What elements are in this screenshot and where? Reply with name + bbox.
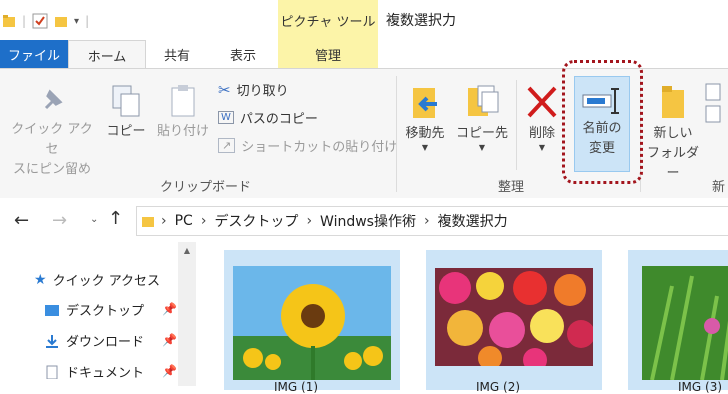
delete-x-icon [527, 86, 557, 118]
nav-item-label: ダウンロード [66, 335, 145, 350]
organize-group-label: 整理 [498, 180, 525, 195]
pin-to-quick-access-button[interactable]: クイック アクセ スにピン留め [6, 84, 98, 180]
star-icon: ★ [34, 271, 47, 288]
back-icon[interactable]: ← [14, 210, 29, 231]
divider: | [22, 14, 27, 28]
dropdown-arrow-icon: ▼ [478, 143, 486, 152]
up-icon[interactable]: ↑ [108, 208, 123, 229]
recent-locations-icon[interactable]: ⌄ [90, 214, 98, 225]
clipboard-group-label: クリップボード [160, 180, 252, 195]
tab-manage[interactable]: 管理 [278, 40, 378, 68]
pin-icon: 📌 [162, 333, 177, 347]
file-item[interactable]: IMG (3) [628, 250, 728, 394]
pin-label-line1: クイック アクセ [11, 122, 93, 157]
pin-icon: 📌 [162, 364, 177, 378]
nav-quick-access[interactable]: ★ クイック アクセス [34, 270, 161, 290]
paste-shortcut-button[interactable]: ↗ ショートカットの貼り付け [218, 136, 397, 155]
chevron-right-icon: › [423, 213, 430, 229]
new-group-label: 新 [712, 180, 726, 195]
window-title: 複数選択力 [386, 13, 456, 29]
new-item-icon[interactable] [704, 82, 724, 126]
group-separator [396, 76, 397, 192]
chevron-right-icon: › [200, 213, 207, 229]
copy-label: コピー [106, 124, 146, 139]
shortcut-icon: ↗ [218, 138, 236, 153]
file-item[interactable]: IMG (1) [224, 250, 400, 394]
new-folder-icon[interactable] [54, 14, 68, 28]
grass-thumbnail [642, 266, 728, 380]
breadcrumb-item[interactable]: デスクトップ [214, 211, 298, 231]
tab-home[interactable]: ホーム [68, 40, 146, 70]
pin-icon [44, 89, 63, 110]
dropdown-arrow-icon: ▼ [421, 143, 429, 152]
customize-qat-icon[interactable]: ▾ [74, 16, 79, 27]
sunflower-thumbnail [233, 266, 391, 380]
pin-label-line2: スにピン留め [12, 162, 91, 177]
new-folder-button[interactable]: 新しい フォルダー [644, 84, 702, 184]
paste-shortcut-label: ショートカットの貼り付け [241, 140, 398, 155]
breadcrumb-item[interactable]: Windws操作術 [320, 211, 416, 231]
desktop-folder-icon [45, 304, 59, 316]
file-name: IMG (1) [274, 380, 319, 394]
download-icon [46, 334, 58, 348]
cut-button[interactable]: ✂ 切り取り [218, 80, 289, 100]
scissors-icon: ✂ [218, 80, 231, 99]
divider: | [85, 14, 90, 28]
delete-label: 削除 [528, 126, 555, 141]
bouquet-thumbnail [435, 268, 593, 366]
divider [516, 80, 517, 170]
paste-button[interactable]: 貼り付け [154, 84, 212, 142]
move-to-label: 移動先 [405, 126, 445, 141]
move-to-button[interactable]: 移動先 ▼ [400, 84, 450, 152]
pin-icon: 📌 [162, 302, 177, 316]
nav-item-label: ドキュメント [66, 366, 145, 381]
scroll-up-icon[interactable]: ▲ [178, 246, 196, 255]
dropdown-arrow-icon: ▼ [538, 143, 546, 152]
copy-path-icon: W [218, 111, 234, 124]
tab-share[interactable]: 共有 [144, 40, 210, 68]
copy-icon [112, 85, 140, 117]
breadcrumb-item[interactable]: 複数選択力 [438, 211, 508, 231]
nav-item-label: デスクトップ [66, 304, 145, 319]
nav-item-desktop[interactable]: デスクトップ [44, 300, 144, 319]
forward-icon[interactable]: → [52, 210, 67, 231]
copy-to-button[interactable]: コピー先 ▼ [454, 84, 510, 152]
properties-icon[interactable] [32, 13, 48, 29]
chevron-right-icon: › [306, 213, 313, 229]
folder-icon [3, 15, 15, 27]
nav-item-downloads[interactable]: ダウンロード [44, 331, 144, 350]
cut-label: 切り取り [236, 84, 289, 99]
folder-icon [142, 217, 154, 227]
nav-item-documents[interactable]: ドキュメント [44, 362, 144, 381]
chevron-right-icon: › [161, 213, 167, 229]
new-folder-label-line1: 新しい [653, 126, 693, 141]
document-icon [46, 365, 58, 379]
file-name: IMG (2) [476, 380, 521, 394]
picture-tools-context-label: ピクチャ ツール [278, 0, 378, 41]
move-to-icon [413, 88, 437, 118]
paste-label: 貼り付け [156, 124, 209, 139]
quick-access-toolbar: | ▾ | [2, 8, 89, 34]
breadcrumb-item[interactable]: PC [175, 213, 193, 229]
new-folder-icon [662, 86, 684, 118]
copy-to-icon [468, 85, 499, 116]
file-item[interactable]: IMG (2) [426, 250, 602, 394]
nav-quick-access-label: クイック アクセス [52, 274, 161, 289]
copy-button[interactable]: コピー [104, 84, 148, 142]
file-name: IMG (3) [678, 380, 723, 394]
copy-path-button[interactable]: W パスのコピー [218, 108, 318, 127]
delete-button[interactable]: 削除 ▼ [522, 84, 562, 152]
tab-view[interactable]: 表示 [210, 40, 276, 68]
address-bar[interactable]: › PC › デスクトップ › Windws操作術 › 複数選択力 [136, 206, 728, 236]
copy-path-label: パスのコピー [239, 112, 318, 127]
new-folder-label-line2: フォルダー [646, 146, 699, 181]
nav-scrollbar[interactable]: ▲ [178, 242, 196, 386]
copy-to-label: コピー先 [455, 126, 508, 141]
tab-file[interactable]: ファイル [0, 40, 68, 68]
annotation-highlight [562, 60, 643, 184]
clipboard-icon [171, 85, 195, 117]
